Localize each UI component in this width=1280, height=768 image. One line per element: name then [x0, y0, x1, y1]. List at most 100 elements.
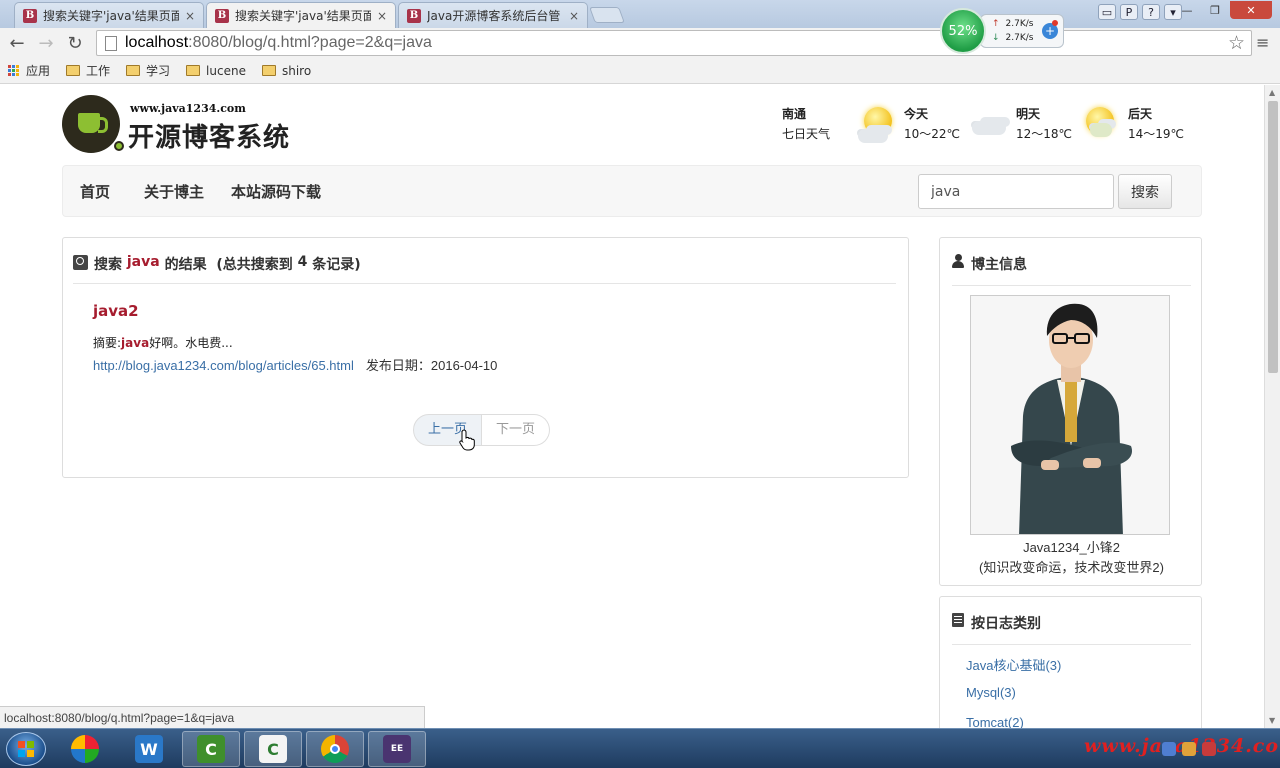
browser-toolbar: ← → ↻ localhost:8080/blog/q.html?page=2&…: [0, 28, 1280, 58]
new-tab-button[interactable]: [589, 7, 625, 23]
network-rates: ↑ 2.7K/s ↓ 2.7K/s: [992, 17, 1033, 45]
nav-source-download[interactable]: 本站源码下载: [231, 181, 321, 202]
taskbar-javaee-ide[interactable]: EE: [368, 731, 426, 767]
url-path: :8080/blog/q.html?page=2&q=java: [188, 34, 432, 51]
taskbar-wps[interactable]: W: [120, 731, 178, 767]
scroll-down-icon[interactable]: ▼: [1269, 716, 1275, 725]
hand-cursor-icon: [459, 429, 475, 451]
link-status-bubble: localhost:8080/blog/q.html?page=1&q=java: [0, 706, 425, 728]
category-item[interactable]: Mysql(3): [966, 685, 1061, 715]
taskbar-360-app[interactable]: [56, 731, 114, 767]
window-controls: — ❐ ✕: [1174, 1, 1272, 19]
tab-close-icon[interactable]: ×: [375, 9, 389, 23]
tab-close-icon[interactable]: ×: [183, 9, 197, 23]
blog-favicon-icon: B: [215, 8, 229, 23]
bookmark-star-icon[interactable]: ☆: [1228, 32, 1245, 54]
help-icon[interactable]: ?: [1142, 4, 1160, 20]
memory-usage-circle[interactable]: 52%: [940, 8, 986, 54]
tray-alert-icon[interactable]: [1202, 742, 1216, 756]
upload-rate: 2.7K/s: [1005, 19, 1034, 29]
weather-city: 南通: [782, 107, 807, 121]
result-title[interactable]: java2: [93, 302, 497, 320]
p-icon[interactable]: P: [1120, 4, 1138, 20]
tray-network-icon[interactable]: [1162, 742, 1176, 756]
tab-admin[interactable]: B Java开源博客系统后台管 ×: [398, 2, 588, 28]
book-icon: [952, 613, 964, 627]
bookmark-folder-work[interactable]: 工作: [66, 62, 110, 79]
tab-close-icon[interactable]: ×: [567, 9, 581, 23]
date-label: 发布日期：: [365, 358, 431, 373]
blogger-title: 博主信息: [971, 257, 1027, 273]
results-heading: 搜索 java 的结果 (总共搜索到 4 条记录): [73, 254, 896, 284]
bookmark-apps[interactable]: 应用: [8, 62, 50, 79]
chrome-icon: [321, 735, 349, 763]
nav-about[interactable]: 关于博主: [144, 181, 204, 202]
scroll-up-icon[interactable]: ▲: [1269, 88, 1275, 97]
url-text[interactable]: localhost:8080/blog/q.html?page=2&q=java: [125, 34, 432, 52]
taskbar-camtasia[interactable]: C: [182, 731, 240, 767]
restore-icon[interactable]: ❐: [1202, 1, 1228, 19]
blogger-motto: (知识改变命运，技术改变世界2): [979, 560, 1164, 575]
notification-dot: [1052, 20, 1058, 26]
site-logo[interactable]: www.java1234.com 开源博客系统: [62, 95, 302, 155]
blogger-name: Java1234_小锋2: [1023, 540, 1120, 555]
blogger-info-panel: 博主信息 Java1234_小锋2 (知识改变命运，技术改变世界2): [939, 237, 1202, 586]
blog-favicon-icon: B: [23, 8, 37, 23]
network-monitor-widget[interactable]: 52% ↑ 2.7K/s ↓ 2.7K/s +: [940, 8, 1066, 54]
logo-dot: [114, 141, 124, 151]
result-url-link[interactable]: http://blog.java1234.com/blog/articles/6…: [93, 358, 354, 373]
nav-home[interactable]: 首页: [80, 181, 110, 202]
folder-icon: [261, 65, 276, 76]
menu-icon[interactable]: ≡: [1256, 33, 1269, 52]
bookmark-label: 工作: [86, 64, 111, 78]
forward-arrow-icon[interactable]: →: [35, 32, 57, 54]
tab-search-results-1[interactable]: B 搜索关键字'java'结果页面 ×: [14, 2, 204, 28]
summary-text: 好啊。水电费...: [149, 336, 233, 350]
reload-icon[interactable]: ↻: [64, 32, 86, 54]
weather-day-label: 今天: [904, 107, 929, 121]
heading-count-prefix: (总共搜索到: [216, 257, 293, 273]
camtasia-recorder-icon: C: [259, 735, 287, 763]
bookmark-folder-shiro[interactable]: shiro: [261, 63, 312, 78]
weather-day-label: 明天: [1016, 107, 1041, 121]
heading-mid: 的结果: [164, 257, 207, 273]
category-title: 按日志类别: [971, 616, 1041, 632]
search-results-panel: 搜索 java 的结果 (总共搜索到 4 条记录) java2 摘要:java好…: [62, 237, 909, 478]
folder-icon: [186, 65, 201, 76]
category-item[interactable]: Tomcat(2): [966, 715, 1061, 728]
bookmark-label: shiro: [281, 63, 312, 78]
taskbar-camtasia-recorder[interactable]: C: [244, 731, 302, 767]
system-tray: [1162, 742, 1216, 756]
search-button[interactable]: 搜索: [1118, 174, 1172, 209]
camtasia-icon: C: [197, 735, 225, 763]
weather-day-temp: 12～18℃: [1016, 127, 1073, 141]
result-summary: 摘要:java好啊。水电费...: [93, 334, 497, 351]
search-input[interactable]: [918, 174, 1114, 209]
weather-day-label: 后天: [1128, 107, 1153, 121]
bookmark-folder-lucene[interactable]: lucene: [186, 64, 246, 78]
bookmark-folder-study[interactable]: 学习: [126, 62, 170, 79]
download-arrow-icon: ↓: [992, 33, 1000, 43]
close-window-icon[interactable]: ✕: [1230, 1, 1272, 19]
vertical-scrollbar[interactable]: ▲ ▼: [1264, 85, 1280, 728]
minimize-icon[interactable]: —: [1174, 1, 1200, 19]
tab-search-results-active[interactable]: B 搜索关键字'java'结果页面 ×: [206, 2, 396, 28]
weather-tomorrow: 明天 12～18℃: [970, 103, 1080, 147]
taskbar-chrome[interactable]: [306, 731, 364, 767]
wps-icon: W: [135, 735, 163, 763]
weather-today: 今天 10～22℃: [858, 103, 968, 147]
user-icon: [952, 254, 964, 268]
pagination: 上一页 下一页: [413, 414, 551, 446]
next-page-button[interactable]: 下一页: [482, 414, 551, 446]
heading-keyword: java: [126, 254, 160, 270]
screen-icon[interactable]: ▭: [1098, 4, 1116, 20]
category-item[interactable]: Java核心基础(3): [966, 655, 1061, 685]
back-arrow-icon[interactable]: ←: [6, 32, 28, 54]
start-button[interactable]: [6, 732, 46, 766]
tray-app-icon[interactable]: [1182, 742, 1196, 756]
tab-title: 搜索关键字'java'结果页面: [43, 9, 179, 23]
scrollbar-thumb[interactable]: [1268, 101, 1278, 373]
tab-strip: B 搜索关键字'java'结果页面 × B Java开源博客系统后台管 × B …: [0, 0, 1280, 28]
blog-favicon-icon: B: [407, 8, 421, 23]
address-bar[interactable]: localhost:8080/blog/q.html?page=2&q=java…: [96, 30, 1252, 56]
